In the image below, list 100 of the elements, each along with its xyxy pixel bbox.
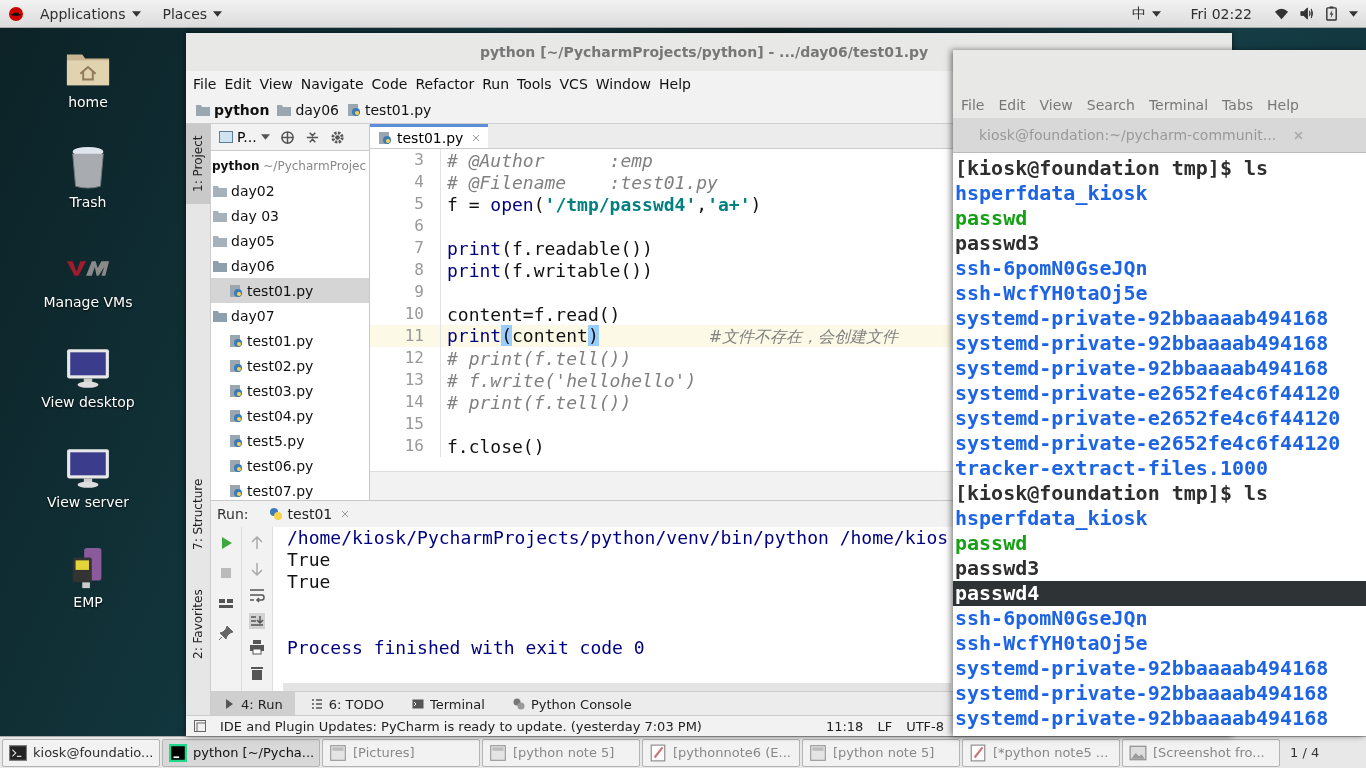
folder-icon [196,104,210,116]
volume-icon[interactable] [1299,6,1314,21]
trash-icon[interactable] [249,665,265,681]
caret-icon [260,134,270,140]
menu-item[interactable]: Run [479,76,513,92]
desktop-icon-label[interactable]: Trash [69,194,107,210]
clock[interactable]: Fri 02:22 [1190,5,1252,22]
line-ending[interactable]: LF [877,718,893,734]
tree-item[interactable]: test04.py [211,403,369,428]
code-line: # print(f.tell()) [447,391,632,413]
menu-item[interactable]: Code [368,76,411,92]
close-icon[interactable] [341,510,350,518]
menu-item[interactable]: Refactor [412,76,478,92]
tool-window-tab[interactable]: Python Console [500,692,644,716]
menu-item[interactable]: VCS [556,76,591,92]
run-label: Run: [217,506,249,522]
side-tab[interactable]: 1: Project [186,124,210,204]
monitor-icon[interactable] [65,446,111,490]
tree-item[interactable]: test02.py [211,353,369,378]
caret-icon [1151,10,1161,17]
battery-icon[interactable] [1324,6,1339,21]
status-icon[interactable] [194,720,206,732]
side-tab[interactable]: 2: Favorites [186,579,210,669]
tree-item[interactable]: test06.py [211,453,369,478]
tree-item[interactable]: test03.py [211,378,369,403]
breadcrumb-item[interactable]: python [196,102,270,118]
python-icon [268,507,283,521]
menu-item[interactable]: File [190,76,220,92]
terminal-icon [9,743,27,762]
caret-icon[interactable] [1349,10,1358,17]
python-file-icon [229,483,243,498]
menu-item[interactable]: Search [1082,97,1139,113]
wifi-icon[interactable] [1274,6,1289,21]
editor-tab[interactable]: test01.py [370,124,489,148]
caret-position[interactable]: 11:18 [825,718,864,734]
tree-item[interactable]: day06 [211,253,369,278]
side-tab[interactable]: 7: Structure [186,469,210,559]
code-line: # @Author :emp [447,149,653,171]
line-number: 5 [370,193,441,215]
terminal-line: systemd-private-92bbaaaab494168 [954,331,1330,356]
crosshair-icon[interactable] [279,129,295,145]
tool-window-tab[interactable]: 6: TODO [298,692,396,716]
tree-item[interactable]: day 03 [211,203,369,228]
pin-icon[interactable] [218,625,234,641]
project-view-dropdown[interactable]: P... [219,129,270,145]
desktop-icon-label[interactable]: EMP [73,594,103,610]
places-menu[interactable]: Places [156,5,229,22]
tool-window-tab[interactable]: 4: Run [211,692,295,716]
python-file-icon [229,383,243,398]
menu-item[interactable]: View [256,76,296,92]
file-encoding[interactable]: UTF-8 [906,718,945,734]
tree-item[interactable]: test01.py [211,328,369,353]
menu-item[interactable]: Help [656,76,694,92]
scrollbar[interactable] [283,683,951,691]
menu-item[interactable]: Tabs [1218,97,1258,113]
desktop-icon-label[interactable]: home [68,94,108,110]
applications-menu[interactable]: Applications [34,5,147,22]
menu-item[interactable]: Edit [994,97,1030,113]
workspace-pager[interactable]: 1 / 4 [1290,745,1320,760]
tree-item[interactable]: day05 [211,228,369,253]
menu-item[interactable]: Help [1263,97,1303,113]
menu-item[interactable]: Tools [514,76,555,92]
breadcrumb-item[interactable]: day06 [277,102,339,118]
terminal-line: systemd-private-92bbaaaab494168 [954,356,1330,381]
taskbar-item[interactable]: python [~/Pycha... [162,738,320,767]
tree-item[interactable]: test5.py [211,428,369,453]
terminal-line: hsperfdata_kiosk [954,506,1149,531]
monitor-icon[interactable] [65,346,111,390]
taskbar-item[interactable]: kiosk@foundatio... [2,738,160,767]
list-icon [310,698,323,710]
print-icon[interactable] [249,639,265,655]
menu-item[interactable]: Window [592,76,654,92]
code-line: content=f.read() [447,303,621,325]
desktop-icon-label[interactable]: Manage VMs [43,294,133,310]
caret-icon [213,10,223,17]
console-line: True [287,571,331,592]
tree-item[interactable]: test01.py [211,278,369,303]
menu-item[interactable]: File [957,97,989,113]
tool-window-tab[interactable]: Terminal [399,692,497,716]
python-file-icon [229,458,243,473]
desktop-icon-label[interactable]: View desktop [41,394,135,410]
status-message[interactable]: IDE and Plugin Updates: PyCharm is ready to update. (yesterday 7:03 PM) [220,718,702,734]
wrap-icon[interactable] [249,587,265,603]
run-tab[interactable]: test01 [262,505,356,523]
menu-item[interactable]: Edit [221,76,255,92]
tree-item[interactable]: day07 [211,303,369,328]
input-method-menu[interactable]: 中 [1125,4,1167,23]
desktop-icon-label[interactable]: View server [47,494,129,510]
menu-item[interactable]: View [1035,97,1077,113]
tree-item[interactable]: python ~/PycharmProjec [211,153,369,178]
close-icon[interactable] [472,133,481,142]
tree-item[interactable]: day02 [211,178,369,203]
settings-icon[interactable] [329,129,345,145]
tree-item[interactable]: test07.py [211,478,369,500]
menu-item[interactable]: Navigate [297,76,367,92]
folder-icon [213,209,227,222]
scroll-to-end-icon[interactable] [249,613,265,629]
menu-item[interactable]: Terminal [1144,97,1213,113]
python-file-icon [229,333,243,348]
breadcrumb-item[interactable]: test01.py [347,102,432,118]
